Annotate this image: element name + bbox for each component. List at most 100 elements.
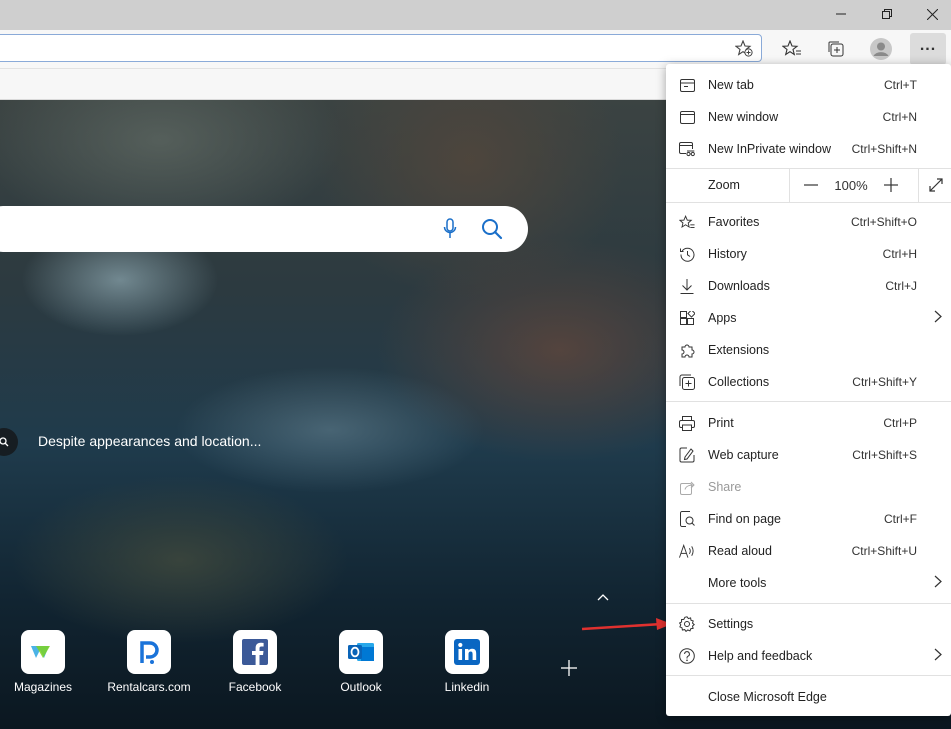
menu-item-extensions[interactable]: Extensions: [666, 334, 951, 366]
linkedin-icon: [445, 630, 489, 674]
menu-label: Share: [708, 480, 742, 494]
quick-link-magazines[interactable]: Magazines: [0, 630, 88, 694]
shortcut-text: Ctrl+F: [884, 512, 917, 526]
title-bar: [0, 0, 951, 30]
menu-label: Downloads: [708, 279, 770, 293]
menu-item-new-window[interactable]: New window Ctrl+N: [666, 101, 951, 133]
new-tab-icon: [679, 77, 695, 93]
favorites-icon[interactable]: [775, 33, 809, 65]
menu-item-history[interactable]: History Ctrl+H: [666, 238, 951, 270]
menu-divider: [666, 675, 951, 676]
menu-item-close-microsoft-edge[interactable]: Close Microsoft Edge: [666, 681, 951, 713]
menu-divider: [666, 401, 951, 402]
gear-icon: [679, 616, 695, 632]
collections-icon[interactable]: [819, 33, 853, 65]
menu-item-collections[interactable]: Collections Ctrl+Shift+Y: [666, 366, 951, 398]
quick-link-outlook[interactable]: Outlook: [316, 630, 406, 694]
menu-item-apps[interactable]: Apps: [666, 302, 951, 334]
quick-link-linkedin[interactable]: Linkedin: [422, 630, 512, 694]
chevron-up-icon[interactable]: [597, 590, 609, 604]
magazines-icon: [21, 630, 65, 674]
help-icon: [679, 648, 695, 664]
expand-icon: [928, 178, 943, 192]
profile-avatar[interactable]: [864, 33, 898, 65]
menu-item-help-and-feedback[interactable]: Help and feedback: [666, 640, 951, 672]
menu-item-find-on-page[interactable]: Find on page Ctrl+F: [666, 503, 951, 535]
quick-link-label: Facebook: [228, 680, 282, 694]
shortcut-text: Ctrl+N: [882, 110, 917, 124]
menu-label: Close Microsoft Edge: [708, 690, 827, 704]
menu-item-favorites[interactable]: Favorites Ctrl+Shift+O: [666, 206, 951, 238]
menu-label: New tab: [708, 78, 754, 92]
close-window-button[interactable]: [909, 0, 951, 28]
history-icon: [679, 246, 695, 262]
shortcut-text: Ctrl+P: [883, 416, 917, 430]
image-caption[interactable]: Despite appearances and location...: [38, 433, 261, 449]
plus-icon: [561, 660, 577, 676]
menu-item-read-aloud[interactable]: Read aloud Ctrl+Shift+U: [666, 535, 951, 567]
menu-item-more-tools[interactable]: More tools: [666, 567, 951, 599]
quick-link-rentalcars[interactable]: Rentalcars.com: [104, 630, 194, 694]
shortcut-text: Ctrl+Shift+N: [851, 142, 917, 156]
shortcut-text: Ctrl+J: [885, 279, 917, 293]
avatar-icon: [870, 38, 892, 60]
menu-label: Apps: [708, 311, 737, 325]
red-arrow-annotation: [582, 618, 672, 631]
rentalcars-icon: [127, 630, 171, 674]
shortcut-text: Ctrl+Shift+S: [852, 448, 917, 462]
restore-button[interactable]: [864, 0, 910, 28]
chevron-right-icon: [934, 648, 942, 664]
image-info-button[interactable]: [0, 428, 18, 456]
outlook-icon: [339, 630, 383, 674]
search-icon: [0, 437, 9, 447]
zoom-value: 100%: [834, 177, 868, 193]
full-screen-button[interactable]: [920, 168, 951, 202]
menu-item-web-capture[interactable]: Web capture Ctrl+Shift+S: [666, 439, 951, 471]
settings-and-more-button[interactable]: ...: [910, 33, 946, 65]
menu-label: New window: [708, 110, 779, 124]
shortcut-text: Ctrl+Shift+O: [850, 215, 917, 229]
menu-item-new-inprivate-window[interactable]: New InPrivate window Ctrl+Shift+N: [666, 133, 951, 165]
chevron-right-icon: [934, 575, 942, 591]
restore-icon: [882, 9, 892, 19]
menu-divider: [789, 168, 790, 202]
share-icon: [679, 479, 695, 495]
zoom-out-button[interactable]: [798, 168, 824, 202]
microphone-icon[interactable]: [437, 216, 463, 242]
menu-label: Settings: [708, 617, 754, 631]
menu-item-downloads[interactable]: Downloads Ctrl+J: [666, 270, 951, 302]
minimize-icon: [836, 13, 846, 15]
zoom-in-button[interactable]: [878, 168, 904, 202]
quick-link-facebook[interactable]: Facebook: [210, 630, 300, 694]
settings-and-more-menu: New tab Ctrl+T New window Ctrl+N New InP…: [666, 64, 951, 716]
minus-icon: [804, 184, 818, 186]
menu-divider: [666, 603, 951, 604]
download-icon: [679, 278, 695, 294]
menu-item-settings[interactable]: Settings: [666, 608, 951, 640]
add-quick-link-button[interactable]: [560, 655, 578, 681]
menu-label: New InPrivate window: [708, 142, 831, 156]
menu-item-print[interactable]: Print Ctrl+P: [666, 407, 951, 439]
menu-item-new-tab[interactable]: New tab Ctrl+T: [666, 69, 951, 101]
quick-link-label: Linkedin: [444, 680, 490, 694]
read-aloud-icon: [679, 543, 695, 559]
menu-label: Collections: [708, 375, 770, 389]
web-search-box[interactable]: [0, 206, 528, 252]
find-icon: [679, 511, 695, 527]
add-favorite-icon[interactable]: [734, 39, 753, 62]
minimize-button[interactable]: [818, 0, 864, 28]
menu-divider: [666, 202, 951, 203]
address-bar[interactable]: [0, 34, 762, 62]
menu-label: Print: [708, 416, 734, 430]
favorites-icon: [679, 214, 695, 230]
menu-label: Find on page: [708, 512, 781, 526]
menu-label: Extensions: [708, 343, 770, 357]
search-icon[interactable]: [479, 216, 505, 242]
chevron-right-icon: [934, 310, 942, 326]
facebook-icon: [233, 630, 277, 674]
menu-label: Web capture: [708, 448, 779, 462]
quick-link-label: Magazines: [13, 680, 73, 694]
menu-item-share[interactable]: Share: [666, 471, 951, 503]
quick-link-label: Rentalcars.com: [107, 680, 191, 694]
menu-label: Favorites: [708, 215, 760, 229]
